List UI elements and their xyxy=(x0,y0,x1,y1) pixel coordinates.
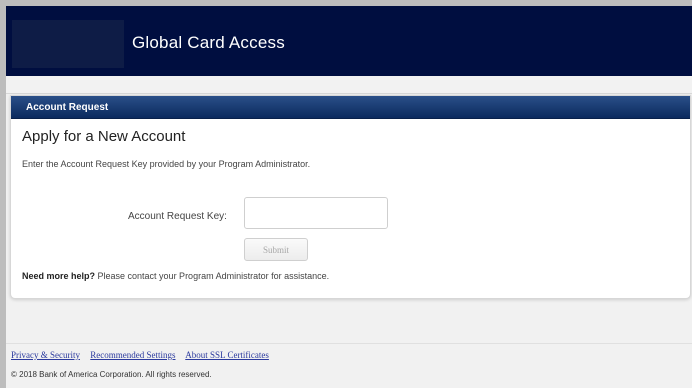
help-bold-label: Need more help? xyxy=(22,271,96,281)
account-request-key-label: Account Request Key: xyxy=(128,211,227,222)
copyright-text: © 2018 Bank of America Corporation. All … xyxy=(11,370,212,379)
submit-button[interactable]: Submit xyxy=(244,238,308,261)
page-title: Apply for a New Account xyxy=(22,128,186,145)
panel-header-label: Account Request xyxy=(26,102,109,113)
site-header: Global Card Access xyxy=(6,6,692,76)
footer-links: Privacy & Security Recommended Settings … xyxy=(11,350,277,360)
privacy-security-link[interactable]: Privacy & Security xyxy=(11,350,80,360)
footer-divider xyxy=(6,343,692,344)
account-request-panel: Account Request Apply for a New Account … xyxy=(10,95,691,299)
panel-header-bar: Account Request xyxy=(11,96,690,119)
instructions-text: Enter the Account Request Key provided b… xyxy=(22,159,311,169)
header-spacer xyxy=(6,76,692,94)
help-text: Need more help? Please contact your Prog… xyxy=(22,271,329,281)
ssl-certificates-link[interactable]: About SSL Certificates xyxy=(185,350,269,360)
logo-placeholder xyxy=(12,20,124,68)
browser-content: Global Card Access Account Request Apply… xyxy=(6,6,692,388)
account-request-key-input[interactable] xyxy=(244,197,388,229)
help-message: Please contact your Program Administrato… xyxy=(95,271,330,281)
recommended-settings-link[interactable]: Recommended Settings xyxy=(90,350,175,360)
app-title: Global Card Access xyxy=(132,33,285,52)
